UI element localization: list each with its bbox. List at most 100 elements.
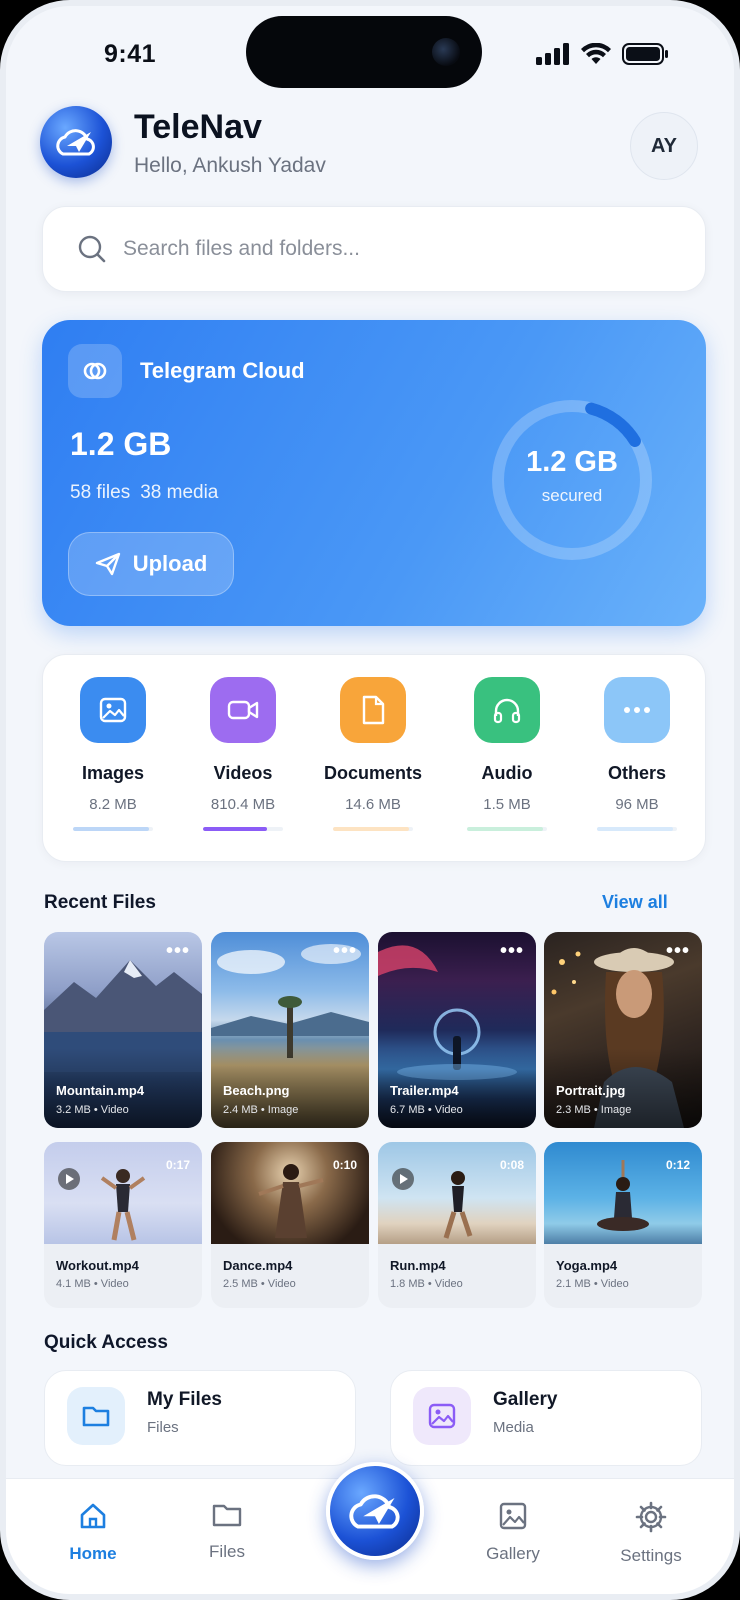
- file-name: Dance.mp4: [223, 1258, 293, 1273]
- quick-access-name: My Files: [147, 1389, 222, 1410]
- file-meta: 6.7 MB • Video: [390, 1104, 463, 1116]
- category-images[interactable]: Images 8.2 MB: [53, 677, 173, 831]
- file-name: Trailer.mp4: [390, 1083, 459, 1098]
- category-bar: [467, 827, 547, 831]
- category-bar: [73, 827, 153, 831]
- category-size: 1.5 MB: [483, 796, 531, 813]
- quick-access-sub: Files: [147, 1419, 179, 1436]
- cloud-storage-card: Telegram Cloud 1.2 GB 58 files 38 media U…: [42, 320, 706, 626]
- user-greeting: Hello, Ankush Yadav: [134, 154, 326, 177]
- file-name: Workout.mp4: [56, 1258, 139, 1273]
- category-bar-fill: [73, 827, 149, 831]
- signal-icon: [536, 43, 569, 65]
- cloud-link-icon: [83, 362, 107, 380]
- category-panel: Images 8.2 MB Videos 810.4 MB Documents …: [42, 654, 706, 862]
- file-meta: 2.1 MB • Video: [556, 1278, 629, 1290]
- gallery-icon: [413, 1387, 471, 1445]
- category-bar: [597, 827, 677, 831]
- file-tile[interactable]: ••• Mountain.mp4 3.2 MB • Video: [44, 932, 202, 1128]
- search-input[interactable]: [123, 237, 643, 261]
- category-others[interactable]: Others 96 MB: [577, 677, 697, 831]
- more-icon: [604, 677, 670, 743]
- category-size: 810.4 MB: [210, 796, 276, 813]
- image-icon: [80, 677, 146, 743]
- battery-icon: [622, 43, 668, 65]
- category-size: 8.2 MB: [89, 796, 137, 813]
- category-bar-fill: [597, 827, 673, 831]
- file-meta: 2.3 MB • Image: [556, 1104, 632, 1116]
- video-tile[interactable]: 0:08 Run.mp4 1.8 MB • Video: [378, 1142, 536, 1308]
- storage-ring: [492, 400, 652, 560]
- file-name: Beach.png: [223, 1083, 290, 1098]
- video-tile[interactable]: 0:17 Workout.mp4 4.1 MB • Video: [44, 1142, 202, 1308]
- upload-button[interactable]: Upload: [68, 532, 234, 596]
- cloud-plane-icon: [349, 1494, 400, 1529]
- recent-files-heading: Recent Files: [44, 892, 156, 913]
- quick-access-gallery[interactable]: Gallery Media: [390, 1370, 702, 1466]
- cloud-plane-icon: [56, 129, 95, 156]
- wifi-icon: [581, 43, 611, 64]
- image-icon: [499, 1502, 527, 1530]
- nav-home[interactable]: Home: [38, 1501, 148, 1564]
- headphones-icon: [474, 677, 540, 743]
- video-tile[interactable]: 0:10 Dance.mp4 2.5 MB • Video: [211, 1142, 369, 1308]
- file-name: Mountain.mp4: [56, 1083, 145, 1098]
- avatar[interactable]: AY: [630, 112, 698, 180]
- category-name: Documents: [323, 763, 422, 783]
- file-count: 58 files: [70, 482, 131, 503]
- search-bar[interactable]: [42, 206, 706, 292]
- view-all-link[interactable]: View all: [602, 892, 668, 913]
- cloud-badge: [68, 344, 122, 398]
- camera-icon: [432, 38, 460, 66]
- file-meta: 2.5 MB • Video: [223, 1278, 296, 1290]
- more-options-icon[interactable]: •••: [333, 940, 357, 963]
- category-bar-fill: [467, 827, 543, 831]
- category-bar-fill: [203, 827, 267, 831]
- nav-label: Settings: [620, 1546, 682, 1565]
- category-bar: [333, 827, 413, 831]
- more-options-icon[interactable]: •••: [500, 940, 524, 963]
- file-meta: 3.2 MB • Video: [56, 1104, 129, 1116]
- phone-screen: 9:41 TeleNav Hello, Ankush Yadav AY Sear…: [0, 0, 740, 1600]
- file-meta: 1.8 MB • Video: [390, 1278, 463, 1290]
- file-tile[interactable]: ••• Trailer.mp4 6.7 MB • Video: [378, 932, 536, 1128]
- file-name: Portrait.jpg: [556, 1083, 626, 1098]
- video-icon: [210, 677, 276, 743]
- search-icon: [78, 235, 106, 263]
- status-icons: [536, 42, 670, 66]
- cloud-used-size: 1.2 GB: [70, 426, 172, 462]
- video-tile[interactable]: 0:12 Yoga.mp4 2.1 MB • Video: [544, 1142, 702, 1308]
- quick-access-name: Gallery: [493, 1389, 558, 1410]
- app-title: TeleNav: [134, 108, 262, 146]
- category-name: Others: [607, 763, 667, 783]
- category-name: Audio: [481, 763, 533, 783]
- app-logo: [40, 106, 112, 178]
- category-videos[interactable]: Videos 810.4 MB: [183, 677, 303, 831]
- quick-access-heading: Quick Access: [44, 1332, 168, 1353]
- dynamic-island: [246, 16, 482, 88]
- media-count: 38 media: [140, 482, 219, 503]
- file-name: Run.mp4: [390, 1258, 446, 1273]
- category-bar: [203, 827, 283, 831]
- status-time: 9:41: [104, 40, 157, 68]
- nav-gallery[interactable]: Gallery: [458, 1501, 568, 1564]
- quick-access-sub: Media: [493, 1419, 534, 1436]
- more-options-icon[interactable]: •••: [166, 940, 190, 963]
- video-duration: 0:12: [665, 1158, 690, 1172]
- video-duration: 0:08: [499, 1158, 524, 1172]
- document-icon: [340, 677, 406, 743]
- quick-access-my-files[interactable]: My Files Files: [44, 1370, 356, 1466]
- center-action-button[interactable]: [326, 1462, 424, 1560]
- ring-value: 1.2 GB: [526, 446, 618, 478]
- more-options-icon[interactable]: •••: [666, 940, 690, 963]
- file-tile[interactable]: ••• Portrait.jpg 2.3 MB • Image: [544, 932, 702, 1128]
- category-documents[interactable]: Documents 14.6 MB: [313, 677, 433, 831]
- play-icon[interactable]: [392, 1168, 414, 1190]
- category-audio[interactable]: Audio 1.5 MB: [447, 677, 567, 831]
- storage-ring-progress: [492, 400, 652, 560]
- file-tile[interactable]: ••• Beach.png 2.4 MB • Image: [211, 932, 369, 1128]
- nav-files[interactable]: Files: [172, 1501, 282, 1562]
- folder-icon: [212, 1504, 242, 1527]
- play-icon[interactable]: [58, 1168, 80, 1190]
- nav-settings[interactable]: Settings: [596, 1501, 706, 1566]
